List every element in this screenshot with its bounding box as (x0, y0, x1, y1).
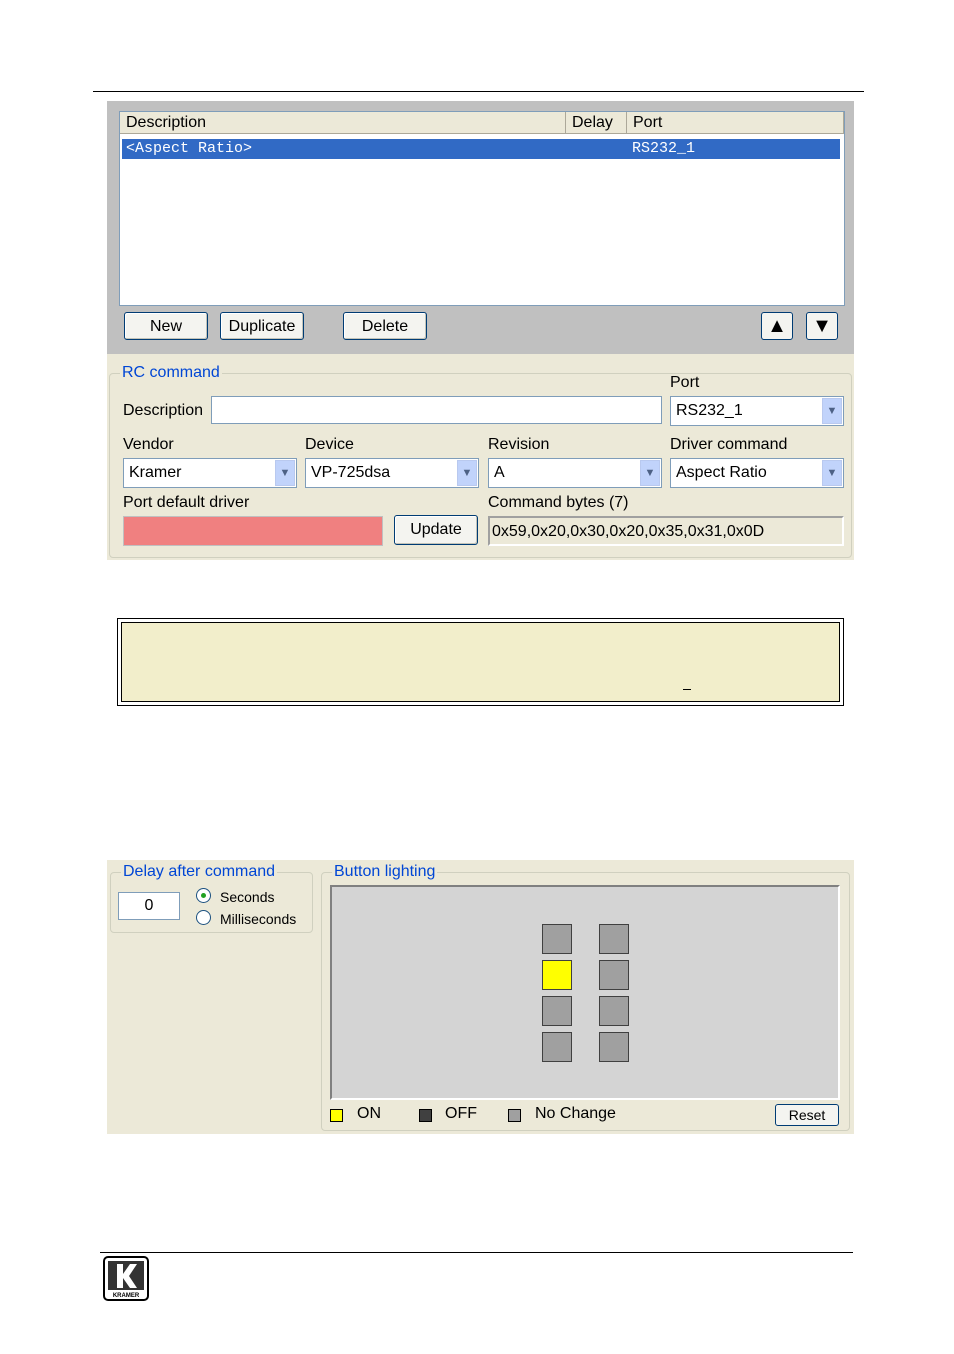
milliseconds-radio[interactable] (196, 910, 211, 925)
no-change-legend-label: No Change (535, 1105, 616, 1122)
port-select[interactable]: RS232_1 ▼ (670, 396, 844, 426)
lighting-button-3-2[interactable] (599, 996, 629, 1026)
lighting-panel: Delay after command 0 Seconds Millisecon… (107, 860, 854, 1134)
update-button[interactable]: Update (394, 515, 478, 545)
vendor-select[interactable]: Kramer ▼ (123, 458, 297, 488)
command-editor-panel: Description Delay Port <Aspect Ratio> RS… (107, 101, 854, 560)
device-select[interactable]: VP-725dsa ▼ (305, 458, 479, 488)
column-header-port[interactable]: Port (627, 112, 844, 134)
kramer-logo: KRAMER (103, 1256, 149, 1301)
device-select-value: VP-725dsa (311, 464, 391, 481)
note-box-inner (121, 622, 840, 702)
footer-rule (100, 1252, 853, 1253)
driver-command-select-value: Aspect Ratio (676, 464, 767, 481)
column-header-description[interactable]: Description (120, 112, 566, 134)
lighting-button-4-1[interactable] (542, 1032, 572, 1062)
revision-select-value: A (494, 464, 505, 481)
no-change-legend-swatch (508, 1109, 521, 1122)
port-default-driver-label: Port default driver (123, 494, 250, 511)
chevron-down-icon[interactable]: ▼ (275, 460, 295, 486)
move-up-button[interactable]: ▲ (761, 312, 793, 340)
command-bytes-label: Command bytes (7) (488, 494, 629, 511)
description-field[interactable] (211, 396, 662, 424)
lighting-button-1-2[interactable] (599, 924, 629, 954)
chevron-down-icon[interactable]: ▼ (640, 460, 660, 486)
driver-command-select[interactable]: Aspect Ratio ▼ (670, 458, 844, 488)
chevron-down-icon[interactable]: ▼ (822, 398, 842, 424)
reset-button[interactable]: Reset (775, 1104, 839, 1126)
lighting-button-2-1[interactable] (542, 960, 572, 990)
header-rule (93, 91, 864, 92)
port-select-value: RS232_1 (676, 402, 743, 419)
device-label: Device (305, 436, 354, 453)
command-list[interactable]: Description Delay Port <Aspect Ratio> RS… (119, 111, 845, 306)
revision-label: Revision (488, 436, 550, 453)
chevron-down-icon[interactable]: ▼ (457, 460, 477, 486)
lighting-button-3-1[interactable] (542, 996, 572, 1026)
note-cursor-mark (683, 689, 691, 690)
lighting-button-2-2[interactable] (599, 960, 629, 990)
seconds-radio[interactable] (196, 888, 211, 903)
kramer-logo-mark: KRAMER (108, 1261, 144, 1299)
table-row[interactable]: <Aspect Ratio> RS232_1 (122, 139, 840, 159)
vendor-select-value: Kramer (129, 464, 182, 481)
port-default-driver-indicator (123, 516, 383, 546)
new-button[interactable]: New (124, 312, 208, 340)
seconds-label[interactable]: Seconds (220, 888, 274, 906)
driver-command-label: Driver command (670, 436, 788, 453)
revision-select[interactable]: A ▼ (488, 458, 662, 488)
chevron-down-icon[interactable]: ▼ (822, 460, 842, 486)
button-lighting-legend: Button lighting (334, 863, 436, 880)
note-box (117, 618, 844, 706)
milliseconds-label[interactable]: Milliseconds (220, 910, 296, 928)
port-label: Port (670, 374, 700, 391)
svg-text:KRAMER: KRAMER (113, 1293, 140, 1299)
off-legend-swatch (419, 1109, 432, 1122)
down-triangle-icon: ▼ (812, 315, 832, 337)
description-label: Description (123, 402, 204, 419)
delete-button[interactable]: Delete (343, 312, 427, 340)
move-down-button[interactable]: ▼ (806, 312, 838, 340)
delay-after-command-legend: Delay after command (123, 863, 276, 880)
up-triangle-icon: ▲ (767, 315, 787, 337)
column-header-delay[interactable]: Delay (566, 112, 627, 134)
row-port: RS232_1 (632, 140, 696, 157)
on-legend-label: ON (357, 1105, 381, 1122)
radio-selected-dot (201, 893, 206, 898)
button-lighting-grid (330, 885, 840, 1100)
on-legend-swatch (330, 1109, 343, 1122)
command-bytes-field: 0x59,0x20,0x30,0x20,0x35,0x31,0x0D (488, 516, 844, 546)
rc-command-legend: RC command (122, 364, 220, 381)
lighting-button-4-2[interactable] (599, 1032, 629, 1062)
lighting-button-1-1[interactable] (542, 924, 572, 954)
off-legend-label: OFF (445, 1105, 477, 1122)
vendor-label: Vendor (123, 436, 174, 453)
delay-value-field[interactable]: 0 (118, 892, 180, 920)
row-description: <Aspect Ratio> (126, 140, 253, 157)
duplicate-button[interactable]: Duplicate (220, 312, 304, 340)
command-list-area: Description Delay Port <Aspect Ratio> RS… (107, 101, 854, 354)
